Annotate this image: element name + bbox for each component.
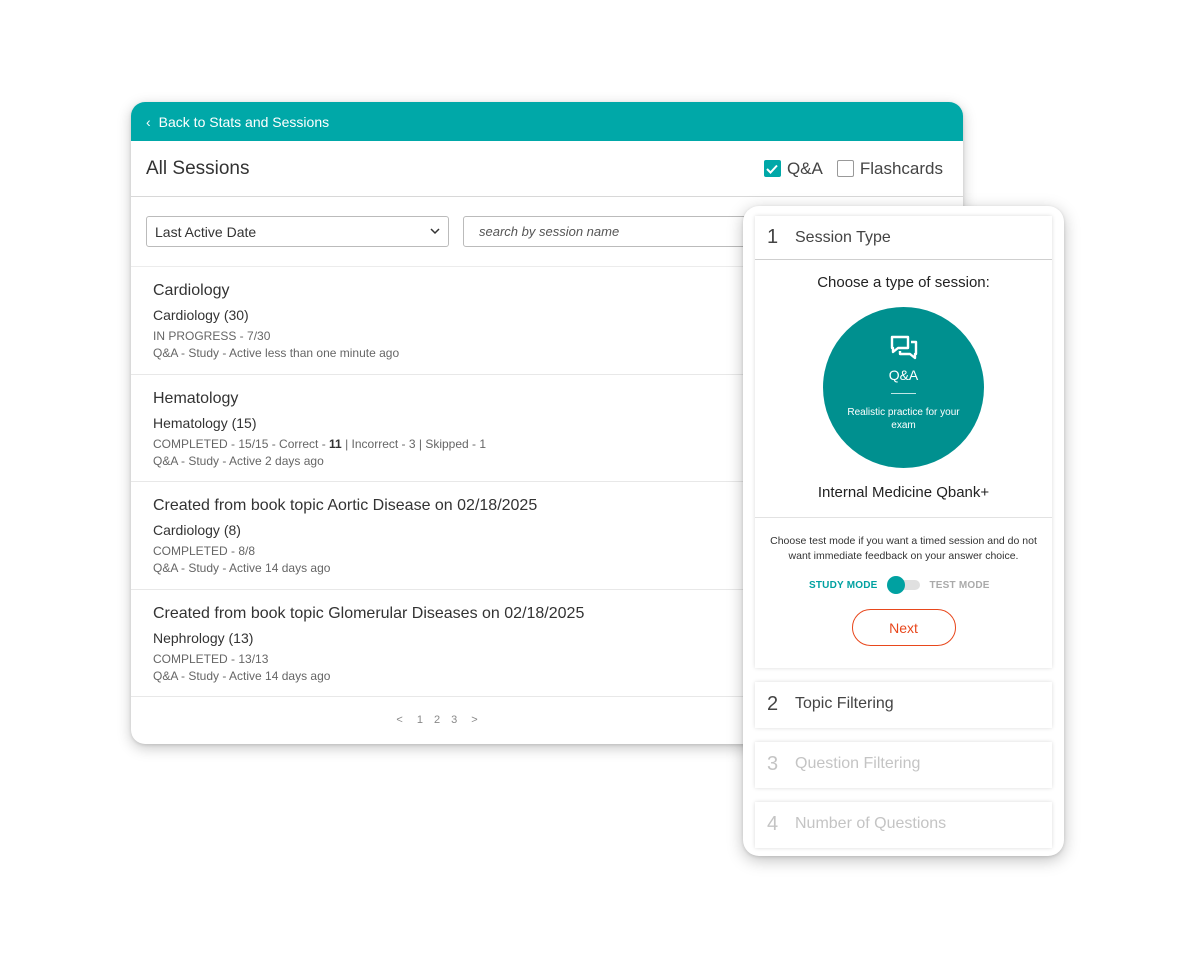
session-type-description: Realistic practice for your exam [847, 407, 960, 431]
step-header[interactable]: 2 Topic Filtering [755, 682, 1052, 726]
next-button[interactable]: Next [851, 609, 956, 646]
checkbox-checked-icon[interactable] [763, 160, 781, 177]
step-number: 4 [767, 812, 779, 835]
step-number: 3 [767, 752, 779, 775]
session-type-title: Q&A [888, 367, 919, 383]
page-numbers: 1 2 3 [417, 714, 457, 726]
step-label: Topic Filtering [795, 695, 894, 712]
next-page-button[interactable]: > [471, 714, 477, 726]
choose-type-label: Choose a type of session: [817, 274, 990, 291]
step-header[interactable]: 1 Session Type [755, 216, 1052, 260]
step-number: 1 [767, 226, 779, 248]
checkbox-unchecked-icon[interactable] [836, 160, 854, 177]
page-1-link[interactable]: 1 [417, 714, 423, 726]
qa-filter-checkbox[interactable]: Q&A [763, 158, 823, 179]
mode-help-text: Choose test mode if you want a timed ses… [770, 535, 1037, 562]
step-body: Choose a type of session: Q&A Realistic … [755, 260, 1052, 646]
step-session-type: 1 Session Type Choose a type of session:… [755, 216, 1052, 668]
title-row: All Sessions Q&A Flashcards [131, 141, 963, 197]
qa-filter-label: Q&A [786, 158, 823, 178]
step-header: 4 Number of Questions [755, 802, 1052, 846]
page-title: All Sessions [146, 157, 250, 179]
back-link-label: Back to Stats and Sessions [158, 113, 330, 130]
sort-select-value: Last Active Date [155, 223, 257, 240]
prev-page-button[interactable]: < [396, 714, 402, 726]
create-session-wizard: 1 Session Type Choose a type of session:… [743, 206, 1064, 856]
step-number-of-questions: 4 Number of Questions [755, 802, 1052, 848]
chevron-left-icon: ‹ [146, 113, 151, 130]
step-number: 2 [767, 692, 779, 715]
mode-toggle-row: STUDY MODE TEST MODE [755, 576, 1052, 594]
divider [891, 393, 916, 394]
qbank-name: Internal Medicine Qbank+ [755, 484, 1052, 518]
test-mode-label[interactable]: TEST MODE [930, 580, 1010, 591]
qa-session-type-option[interactable]: Q&A Realistic practice for your exam [823, 307, 984, 468]
step-topic-filtering[interactable]: 2 Topic Filtering [755, 682, 1052, 728]
session-type-filters: Q&A Flashcards [763, 158, 943, 179]
step-header: 3 Question Filtering [755, 742, 1052, 786]
back-link[interactable]: ‹ Back to Stats and Sessions [131, 102, 963, 141]
correct-count: 11 [329, 436, 342, 451]
toggle-knob[interactable] [886, 576, 905, 594]
step-label: Question Filtering [795, 755, 921, 772]
page-2-link[interactable]: 2 [434, 714, 440, 726]
page-3-link[interactable]: 3 [451, 714, 457, 726]
status-details: | Incorrect - 3 | Skipped - 1 [341, 436, 487, 451]
flashcards-filter-checkbox[interactable]: Flashcards [836, 158, 943, 179]
status-prefix: COMPLETED - 15/15 - Correct - [153, 436, 330, 451]
sort-select[interactable]: Last Active Date [146, 216, 449, 247]
mode-toggle[interactable] [886, 576, 921, 594]
step-label: Session Type [795, 228, 891, 246]
search-input[interactable] [463, 216, 763, 247]
study-mode-label[interactable]: STUDY MODE [798, 580, 878, 591]
flashcards-filter-label: Flashcards [859, 158, 943, 178]
chat-bubbles-icon [890, 335, 917, 360]
step-question-filtering: 3 Question Filtering [755, 742, 1052, 788]
step-label: Number of Questions [795, 815, 947, 832]
chevron-down-icon [430, 228, 440, 235]
